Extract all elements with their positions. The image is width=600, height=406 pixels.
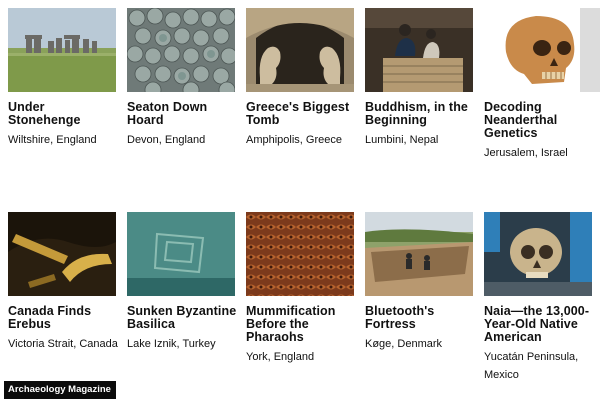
article-card-mummification[interactable]: Mummification Before the Pharaohs York, … xyxy=(246,212,358,366)
article-card-greece-tomb[interactable]: Greece's Biggest Tomb Amphipolis, Greece xyxy=(246,8,358,149)
article-title[interactable]: Decoding Neanderthal Genetics xyxy=(484,101,596,140)
article-card-erebus[interactable]: Canada Finds Erebus Victoria Strait, Can… xyxy=(8,212,120,353)
partial-thumbnail xyxy=(580,8,600,92)
underwater-skull-thumbnail[interactable] xyxy=(484,212,592,296)
article-title[interactable]: Greece's Biggest Tomb xyxy=(246,101,358,127)
article-location: York, England xyxy=(246,351,315,363)
article-title[interactable]: Sunken Byzantine Basilica xyxy=(127,305,239,331)
article-title[interactable]: Seaton Down Hoard xyxy=(127,101,239,127)
article-title[interactable]: Canada Finds Erebus xyxy=(8,305,120,331)
article-card-seaton-down-hoard[interactable]: Seaton Down Hoard Devon, England xyxy=(127,8,239,149)
article-title[interactable]: Bluetooth's Fortress xyxy=(365,305,477,331)
shipwreck-thumbnail[interactable] xyxy=(8,212,116,296)
article-location: Lumbini, Nepal xyxy=(365,134,439,146)
excavation-thumbnail[interactable] xyxy=(365,8,473,92)
article-location: Devon, England xyxy=(127,134,206,146)
brand-logo[interactable]: Archaeology Magazine xyxy=(4,381,116,399)
article-grid: Under Stonehenge Wiltshire, England Seat… xyxy=(0,0,600,406)
article-title[interactable]: Under Stonehenge xyxy=(8,101,120,127)
article-card-bluetooth-fortress[interactable]: Bluetooth's Fortress Køge, Denmark xyxy=(365,212,477,353)
article-location: Victoria Strait, Canada xyxy=(8,338,118,350)
article-card-buddhism[interactable]: Buddhism, in the Beginning Lumbini, Nepa… xyxy=(365,8,477,149)
article-location: Lake Iznik, Turkey xyxy=(127,338,216,350)
article-card-byzantine-basilica[interactable]: Sunken Byzantine Basilica Lake Iznik, Tu… xyxy=(127,212,239,353)
article-location: Wiltshire, England xyxy=(8,134,97,146)
coin-hoard-thumbnail[interactable] xyxy=(127,8,235,92)
article-title[interactable]: Buddhism, in the Beginning xyxy=(365,101,477,127)
textile-thumbnail[interactable] xyxy=(246,212,354,296)
trench-thumbnail[interactable] xyxy=(365,212,473,296)
article-location: Køge, Denmark xyxy=(365,338,443,350)
article-card-stonehenge[interactable]: Under Stonehenge Wiltshire, England xyxy=(8,8,120,149)
skull-thumbnail[interactable] xyxy=(484,8,592,92)
article-title[interactable]: Mummification Before the Pharaohs xyxy=(246,305,358,344)
underwater-ruins-thumbnail[interactable] xyxy=(127,212,235,296)
article-location: Yucatán Peninsula, Mexico xyxy=(484,351,579,381)
tomb-thumbnail[interactable] xyxy=(246,8,354,92)
article-location: Amphipolis, Greece xyxy=(246,134,342,146)
stonehenge-thumbnail[interactable] xyxy=(8,8,116,92)
article-title[interactable]: Naia—the 13,000-Year-Old Native American xyxy=(484,305,596,344)
article-card-naia[interactable]: Naia—the 13,000-Year-Old Native American… xyxy=(484,212,596,384)
article-location: Jerusalem, Israel xyxy=(484,147,568,159)
